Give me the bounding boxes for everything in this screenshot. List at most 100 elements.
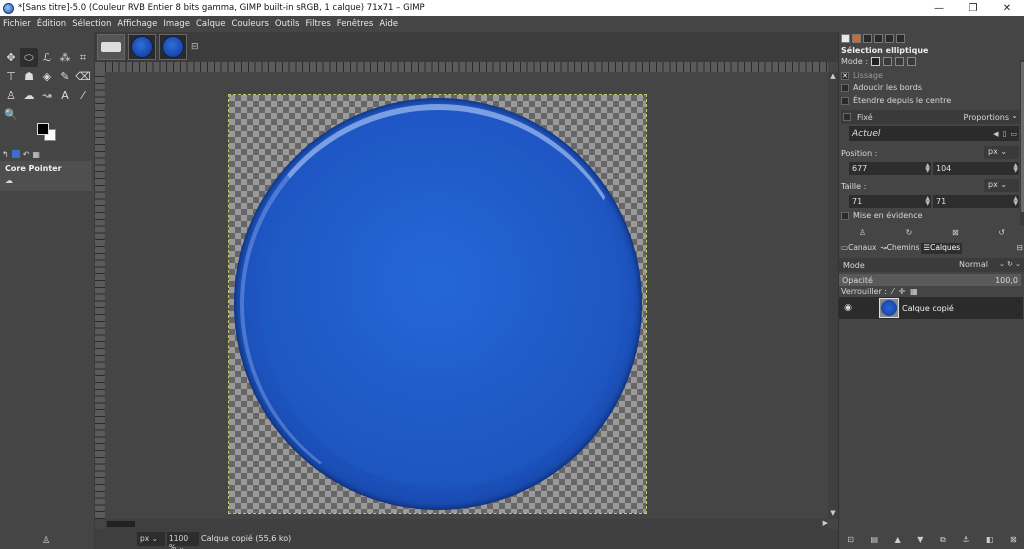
scroll-right-icon[interactable]: ▶ (823, 519, 828, 527)
menu-edition[interactable]: Édition (37, 19, 66, 29)
lock-alpha-icon[interactable]: ▦ (910, 287, 918, 296)
expand-center-row[interactable]: Étendre depuis le centre (841, 96, 951, 105)
mode-intersect-button[interactable] (907, 57, 917, 66)
position-unit-select[interactable]: px ⌄ (984, 146, 1019, 159)
maximize-button[interactable]: ❐ (956, 0, 990, 16)
position-y-field[interactable]: 104 ▲ ▼ (933, 162, 1019, 175)
scroll-up-icon[interactable]: ▲ (828, 72, 838, 82)
menu-fichier[interactable]: Fichier (3, 19, 31, 29)
chevron-down-icon[interactable]: ⌄ (1011, 111, 1018, 120)
warp-transform-icon[interactable]: ☗ (20, 67, 38, 86)
fixed-row[interactable]: Fixé Proportions ⌄ (841, 110, 1021, 124)
gradients-tab[interactable] (896, 33, 905, 43)
expand-center-checkbox[interactable] (841, 96, 849, 105)
lower-layer-icon[interactable]: ▼ (917, 535, 923, 547)
minimize-button[interactable]: — (922, 0, 956, 16)
feather-checkbox[interactable] (841, 83, 849, 92)
size-h-field[interactable]: 71 ▲ ▼ (933, 195, 1019, 208)
restore-icon[interactable]: ↻ (906, 228, 913, 240)
reset-icon[interactable]: ♙ (42, 536, 50, 546)
bucket-fill-icon[interactable]: ◈ (38, 67, 56, 86)
vertical-ruler[interactable] (95, 72, 105, 519)
text-icon[interactable]: A (56, 86, 74, 105)
mask-layer-icon[interactable]: ◧ (986, 535, 994, 547)
free-select-icon[interactable]: ℒ (38, 48, 56, 67)
antialias-checkbox[interactable]: ✕ (841, 71, 849, 80)
tab-canaux[interactable]: ▭Canaux (839, 243, 878, 254)
clone-icon[interactable]: ♙ (2, 86, 20, 105)
close-button[interactable]: ✕ (990, 0, 1024, 16)
layer-name[interactable]: Calque copié (902, 304, 954, 313)
raise-layer-icon[interactable]: ▲ (895, 535, 901, 547)
unified-transform-icon[interactable]: ⊤ (2, 67, 20, 86)
spin-icon[interactable]: ▲ ▼ (925, 196, 930, 207)
brushes-tab[interactable] (852, 33, 861, 43)
ruler-corner[interactable] (95, 62, 105, 72)
horizontal-scrollbar[interactable]: ▶ (105, 519, 828, 529)
tab-chemins[interactable]: ↝Chemins (878, 243, 921, 254)
menu-fenetres[interactable]: Fenêtres (337, 19, 374, 29)
tabs-menu-icon[interactable]: ⊟ (191, 42, 199, 52)
visibility-eye-icon[interactable]: ◉ (839, 303, 857, 313)
save-preset-icon[interactable]: ♙ (859, 228, 866, 240)
delete-layer-icon[interactable]: ⊠ (1010, 535, 1017, 547)
mode-subtract-button[interactable] (895, 57, 905, 66)
undo-history-tab-icon[interactable]: ↶ (23, 150, 30, 159)
layer-mode-value[interactable]: Normal (959, 260, 988, 269)
zoom-select[interactable]: 1100 % ⌄ (167, 532, 199, 549)
mode-replace-button[interactable] (871, 57, 881, 66)
feather-row[interactable]: Adoucir les bords (841, 83, 922, 92)
foreground-color-swatch[interactable] (37, 123, 49, 135)
eraser-icon[interactable]: ⌫ (74, 67, 92, 86)
tool-options-tab-icon[interactable]: ↰ (2, 150, 9, 159)
mode-add-button[interactable] (883, 57, 893, 66)
horizontal-ruler[interactable] (105, 62, 828, 72)
paintbrush-icon[interactable]: ✎ (56, 67, 74, 86)
document-history-tab[interactable] (885, 33, 894, 43)
opacity-slider[interactable]: Opacité 100,0 (839, 274, 1021, 286)
fuzzy-select-icon[interactable]: ⁂ (56, 48, 74, 67)
fixed-mode-value[interactable]: Proportions (964, 113, 1009, 122)
fg-bg-colors[interactable] (36, 122, 60, 144)
size-unit-select[interactable]: px ⌄ (984, 179, 1019, 192)
layer-row[interactable]: ◉ Calque copié (839, 297, 1023, 319)
ellipse-select-icon[interactable]: ⬭ (20, 48, 38, 67)
tab-calques[interactable]: ☰Calques (921, 243, 963, 254)
lock-pixels-icon[interactable]: ⁄ (892, 287, 893, 296)
menu-affichage[interactable]: Affichage (117, 19, 157, 29)
spin-icon[interactable]: ▲ ▼ (925, 163, 930, 174)
layer-mode-options-icon[interactable]: ⌄ ↻ ⌄ (999, 260, 1021, 268)
image-tab-3[interactable] (159, 34, 187, 60)
crop-icon[interactable]: ⌗ (74, 48, 92, 67)
layer-mode-row[interactable]: Mode Normal ⌄ ↻ ⌄ (839, 258, 1024, 272)
clear-icon[interactable]: ◀ (993, 130, 998, 138)
menu-image[interactable]: Image (163, 19, 190, 29)
images-tab-icon[interactable]: ▦ (32, 150, 40, 159)
paths-icon[interactable]: ↝ (38, 86, 56, 105)
menu-selection[interactable]: Sélection (72, 19, 111, 29)
vertical-scrollbar[interactable]: ▲ ▼ (828, 72, 838, 519)
spin-icon[interactable]: ▲ ▼ (1013, 196, 1018, 207)
menu-filtres[interactable]: Filtres (305, 19, 330, 29)
tool-options-scrollbar[interactable] (1020, 60, 1024, 225)
tool-options-tab[interactable] (841, 33, 850, 43)
image-tab-1[interactable] (97, 34, 125, 60)
portrait-icon[interactable]: ▯ (1003, 130, 1007, 138)
size-w-field[interactable]: 71 ▲ ▼ (849, 195, 931, 208)
new-layer-group-icon[interactable]: ⊡ (847, 535, 854, 547)
spin-icon[interactable]: ▲ ▼ (1013, 163, 1018, 174)
preset-field[interactable]: Actuel ◀ ▯ ▭ (849, 126, 1019, 141)
dock-menu-icon[interactable]: ⊟ (1017, 243, 1023, 252)
lock-position-icon[interactable]: ✛ (898, 287, 905, 296)
landscape-icon[interactable]: ▭ (1010, 130, 1017, 138)
fixed-checkbox[interactable] (843, 113, 851, 121)
image-tab-2[interactable] (128, 34, 156, 60)
unit-select[interactable]: px ⌄ (137, 532, 165, 546)
highlight-checkbox[interactable] (841, 211, 849, 220)
smudge-icon[interactable]: ☁ (20, 86, 38, 105)
menu-calque[interactable]: Calque (196, 19, 226, 29)
highlight-row[interactable]: Mise en évidence (841, 211, 923, 220)
move-icon[interactable]: ✥ (2, 48, 20, 67)
device-status-tab-icon[interactable] (11, 150, 20, 158)
hscroll-thumb[interactable] (107, 521, 135, 527)
